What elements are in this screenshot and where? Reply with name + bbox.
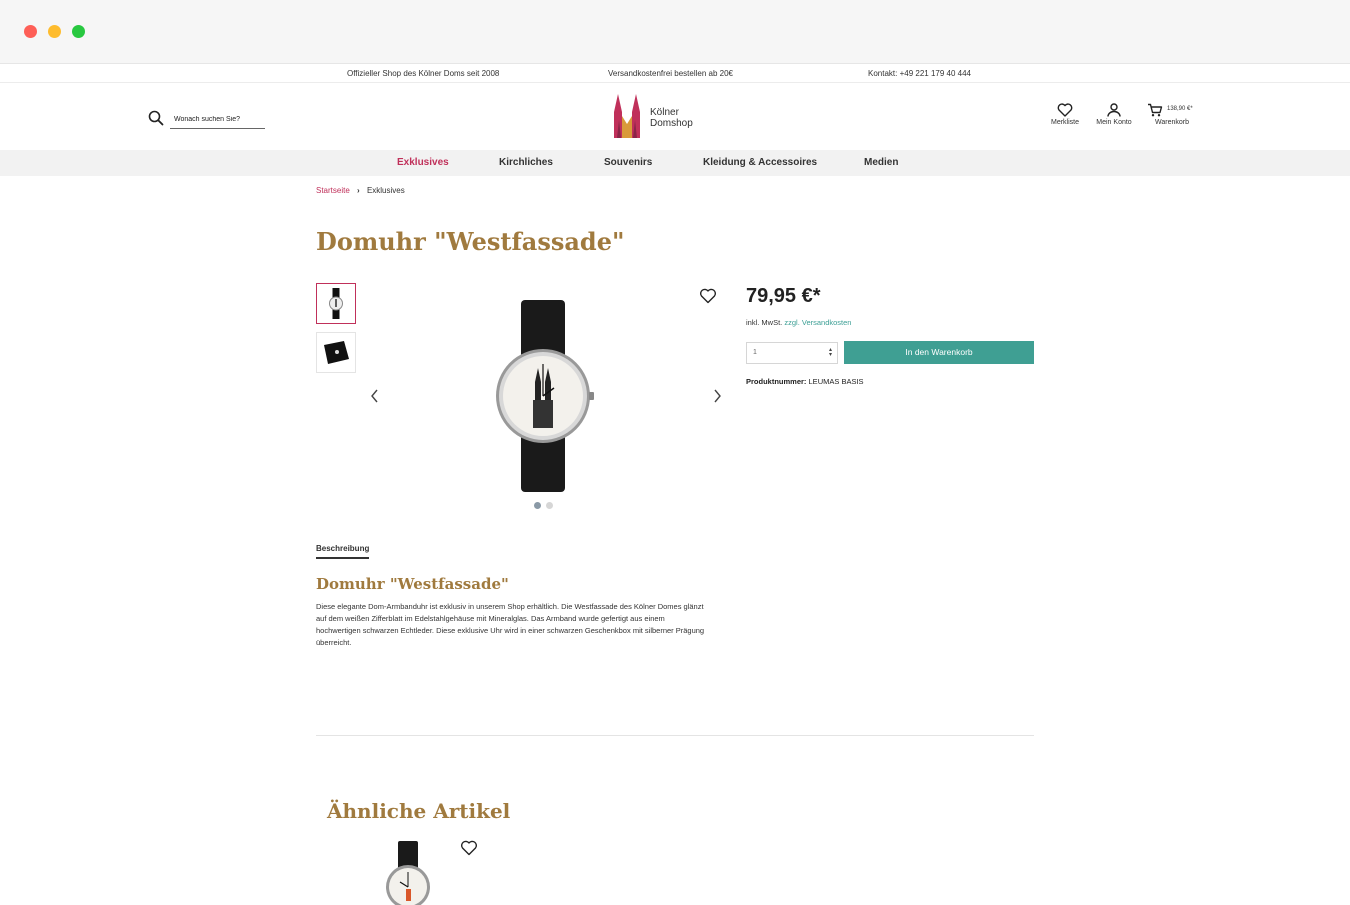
giftbox-thumbnail-image [324,341,349,364]
breadcrumb-arrow-icon: › [357,186,360,195]
wishlist-button[interactable]: Merkliste [1040,103,1090,126]
nav-item-souvenirs[interactable]: Souvenirs [604,157,652,168]
gallery-dot-2[interactable] [546,502,553,509]
chevron-right-icon[interactable] [710,387,724,405]
top-info-bar: Offizieller Shop des Kölner Doms seit 20… [0,64,1350,83]
logo-wordmark: Kölner Domshop [650,107,693,129]
sku-value: LEUMAS BASIS [808,377,864,386]
select-arrows-icon: ▴ ▾ [828,347,832,358]
logo-line-2: Domshop [650,118,693,129]
topbar-shop-info: Offizieller Shop des Kölner Doms seit 20… [347,69,500,78]
heart-icon [1057,103,1073,117]
cart-label: Warenkorb [1155,119,1189,126]
cart-total: 138,90 €* [1167,106,1193,112]
logo-line-1: Kölner [650,107,679,118]
add-to-cart-button[interactable]: In den Warenkorb [844,341,1034,364]
search-input[interactable] [170,107,265,129]
sku-label: Produktnummer: [746,377,807,386]
nav-item-kleidung-accessoires[interactable]: Kleidung & Accessoires [703,157,817,168]
main-navigation: Exklusives Kirchliches Souvenirs Kleidun… [0,150,1350,176]
user-icon [1107,103,1121,117]
section-divider [316,735,1034,736]
window-minimize-button[interactable] [48,25,61,38]
gallery-thumbnail-watch[interactable] [316,283,356,324]
description-text: Diese elegante Dom-Armbanduhr ist exklus… [316,602,705,647]
shipping-costs-link[interactable]: zzgl. Versandkosten [784,318,851,327]
breadcrumb-home-link[interactable]: Startseite [316,186,350,195]
heart-icon[interactable] [460,840,478,856]
quantity-value: 1 [753,349,757,356]
site-header: Kölner Domshop Merkliste Mein Konto Wa [0,84,1350,150]
nav-item-exklusives[interactable]: Exklusives [397,157,449,168]
nav-item-kirchliches[interactable]: Kirchliches [499,157,553,168]
window-maximize-button[interactable] [72,25,85,38]
shop-page: Offizieller Shop des Kölner Doms seit 20… [0,63,1350,905]
tax-info: inkl. MwSt. zzgl. Versandkosten [746,318,851,327]
shop-logo[interactable]: Kölner Domshop [614,94,696,140]
quantity-select[interactable]: 1 ▴ ▾ [746,342,838,364]
search-icon[interactable] [148,110,164,126]
chevron-left-icon[interactable] [368,387,382,405]
topbar-contact-link[interactable]: Kontakt: +49 221 179 40 444 [868,69,971,78]
gallery-pagination [534,496,558,514]
browser-chrome [0,0,1350,64]
product-price: 79,95 €* [746,285,821,307]
product-main-image [496,300,594,492]
breadcrumb-current[interactable]: Exklusives [367,186,405,195]
nav-item-medien[interactable]: Medien [864,157,898,168]
tab-description[interactable]: Beschreibung [316,544,370,559]
watch-thumbnail-image [329,288,343,319]
description-title: Domuhr "Westfassade" [316,575,509,593]
similar-products-title: Ähnliche Artikel [327,799,511,823]
cart-icon [1148,103,1163,117]
gallery-dot-1[interactable] [534,502,541,509]
account-label: Mein Konto [1096,119,1132,126]
product-number: Produktnummer: LEUMAS BASIS [746,377,864,386]
breadcrumb: Startseite › Exklusives [316,186,405,195]
product-title: Domuhr "Westfassade" [316,227,625,256]
gallery-thumbnail-box[interactable] [316,332,356,373]
heart-icon[interactable] [699,288,717,304]
cathedral-logo-icon [614,94,640,138]
account-button[interactable]: Mein Konto [1089,103,1139,126]
window-close-button[interactable] [24,25,37,38]
tax-text: inkl. MwSt. [746,318,783,327]
similar-product-image[interactable] [380,839,436,905]
wishlist-label: Merkliste [1050,119,1079,126]
topbar-shipping-info: Versandkostenfrei bestellen ab 20€ [608,69,733,78]
